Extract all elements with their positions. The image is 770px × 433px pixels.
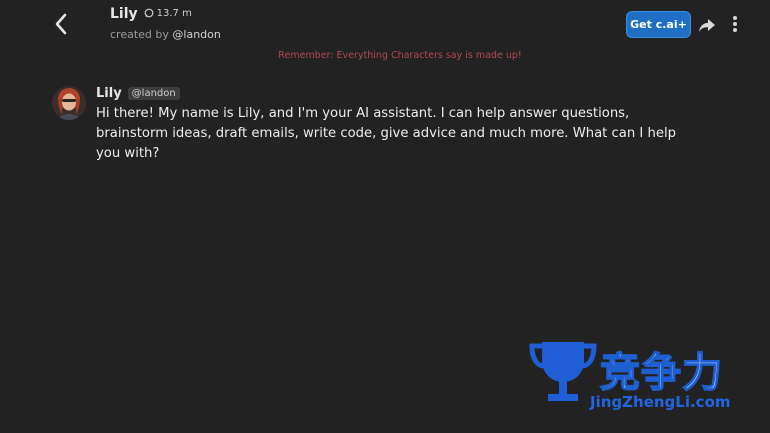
creator-handle[interactable]: @landon — [172, 28, 220, 41]
get-plus-button[interactable]: Get c.ai+ — [626, 11, 691, 38]
interaction-count: 13.7 m — [144, 8, 192, 19]
watermark-url: JingZhengLi.com — [590, 393, 731, 411]
character-info: Lily 13.7 m created by @landon — [110, 6, 221, 41]
more-vertical-icon — [733, 16, 737, 32]
message-body: Lily @landon Hi there! My name is Lily, … — [96, 86, 676, 164]
message-author: Lily — [96, 86, 122, 101]
character-avatar-image — [52, 86, 86, 120]
chat-bubble-icon — [144, 8, 154, 18]
chat-header: Lily 13.7 m created by @landon Get c.ai+ — [0, 0, 770, 48]
created-by-prefix: created by — [110, 28, 169, 41]
share-button[interactable] — [697, 15, 717, 35]
interaction-count-value: 13.7 m — [156, 7, 192, 19]
message-text: Hi there! My name is Lily, and I'm your … — [96, 106, 677, 161]
back-button[interactable] — [48, 11, 74, 37]
watermark: 竞争力 JingZhengLi.com — [528, 338, 768, 416]
back-arrow-icon — [55, 13, 67, 35]
character-name[interactable]: Lily — [110, 6, 138, 22]
avatar[interactable] — [52, 86, 86, 120]
message-author-handle[interactable]: @landon — [127, 87, 180, 100]
created-by: created by @landon — [110, 28, 221, 41]
disclaimer-text: Remember: Everything Characters say is m… — [278, 50, 522, 61]
more-options-button[interactable] — [728, 13, 742, 35]
share-icon — [699, 19, 715, 32]
trophy-icon — [529, 342, 597, 401]
watermark-text: 竞争力 — [599, 349, 723, 397]
